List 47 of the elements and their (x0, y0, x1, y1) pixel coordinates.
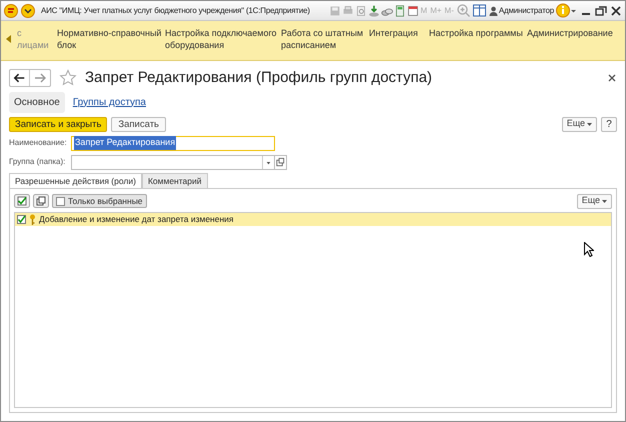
user-menu[interactable]: Администратор (488, 4, 555, 16)
key-icon (29, 214, 36, 225)
app-logo-icon (3, 4, 19, 18)
table-row[interactable]: Добавление и изменение дат запрета изменения (15, 213, 611, 226)
field-label: Группа (папка): (9, 157, 66, 167)
star-icon[interactable] (59, 69, 77, 87)
group-field[interactable] (71, 154, 275, 170)
download-icon[interactable] (368, 4, 380, 16)
calculator-icon[interactable] (394, 4, 406, 16)
panels-icon[interactable] (472, 3, 487, 18)
user-icon (488, 6, 498, 16)
section-item[interactable]: Интеграция (369, 27, 429, 39)
scroll-left-icon[interactable] (6, 35, 12, 43)
section-item[interactable]: Нормативно-справочный блок (57, 27, 165, 51)
close-icon[interactable] (607, 73, 617, 83)
section-item[interactable]: Настройка подключаемого оборудования (165, 27, 281, 51)
row-label: Добавление и изменение дат запрета изменения (39, 213, 234, 226)
section-item[interactable]: Работа со штатным расписанием (281, 27, 369, 51)
field-label: Наименование: (9, 138, 68, 148)
more-button[interactable]: Еще (576, 194, 612, 208)
more-button[interactable]: Еще (562, 116, 597, 132)
copy-icon[interactable] (33, 194, 49, 208)
save-button[interactable]: Записать (111, 116, 166, 132)
open-form-icon[interactable] (275, 154, 287, 170)
save-and-close-button[interactable]: Записать и закрыть (9, 116, 108, 132)
calendar-icon[interactable] (406, 4, 419, 16)
window-title: АИС "ИМЦ: Учет платных услуг бюджетного учреждения" (1С:Предприятие) (41, 4, 310, 16)
tab[interactable]: Комментарий (142, 173, 208, 188)
section-item[interactable]: Настройка программы (429, 27, 527, 39)
section-item[interactable]: Администрирование (527, 27, 613, 39)
name-field[interactable]: Запрет Редактирования (71, 136, 275, 150)
only-selected-toggle[interactable]: Только выбранные (52, 194, 147, 208)
help-button[interactable]: ? (601, 116, 617, 132)
nav-tab[interactable]: Группы доступа (70, 94, 148, 110)
mouse-cursor-icon (584, 242, 594, 257)
preview-icon[interactable] (354, 4, 367, 16)
caret-icon (602, 200, 607, 202)
tab[interactable]: Разрешенные действия (роли) (9, 173, 142, 188)
check-all-icon[interactable] (14, 194, 30, 208)
form-title: Запрет Редактирования (Профиль групп доступа) (85, 68, 432, 88)
nav-tab[interactable]: Основное (9, 92, 65, 112)
menu-icon[interactable] (20, 4, 36, 18)
restore-icon[interactable] (594, 4, 608, 18)
caret-icon (587, 122, 592, 126)
checkbox-icon[interactable] (17, 215, 26, 224)
checkbox-icon (56, 196, 65, 206)
close-icon[interactable] (609, 4, 623, 18)
